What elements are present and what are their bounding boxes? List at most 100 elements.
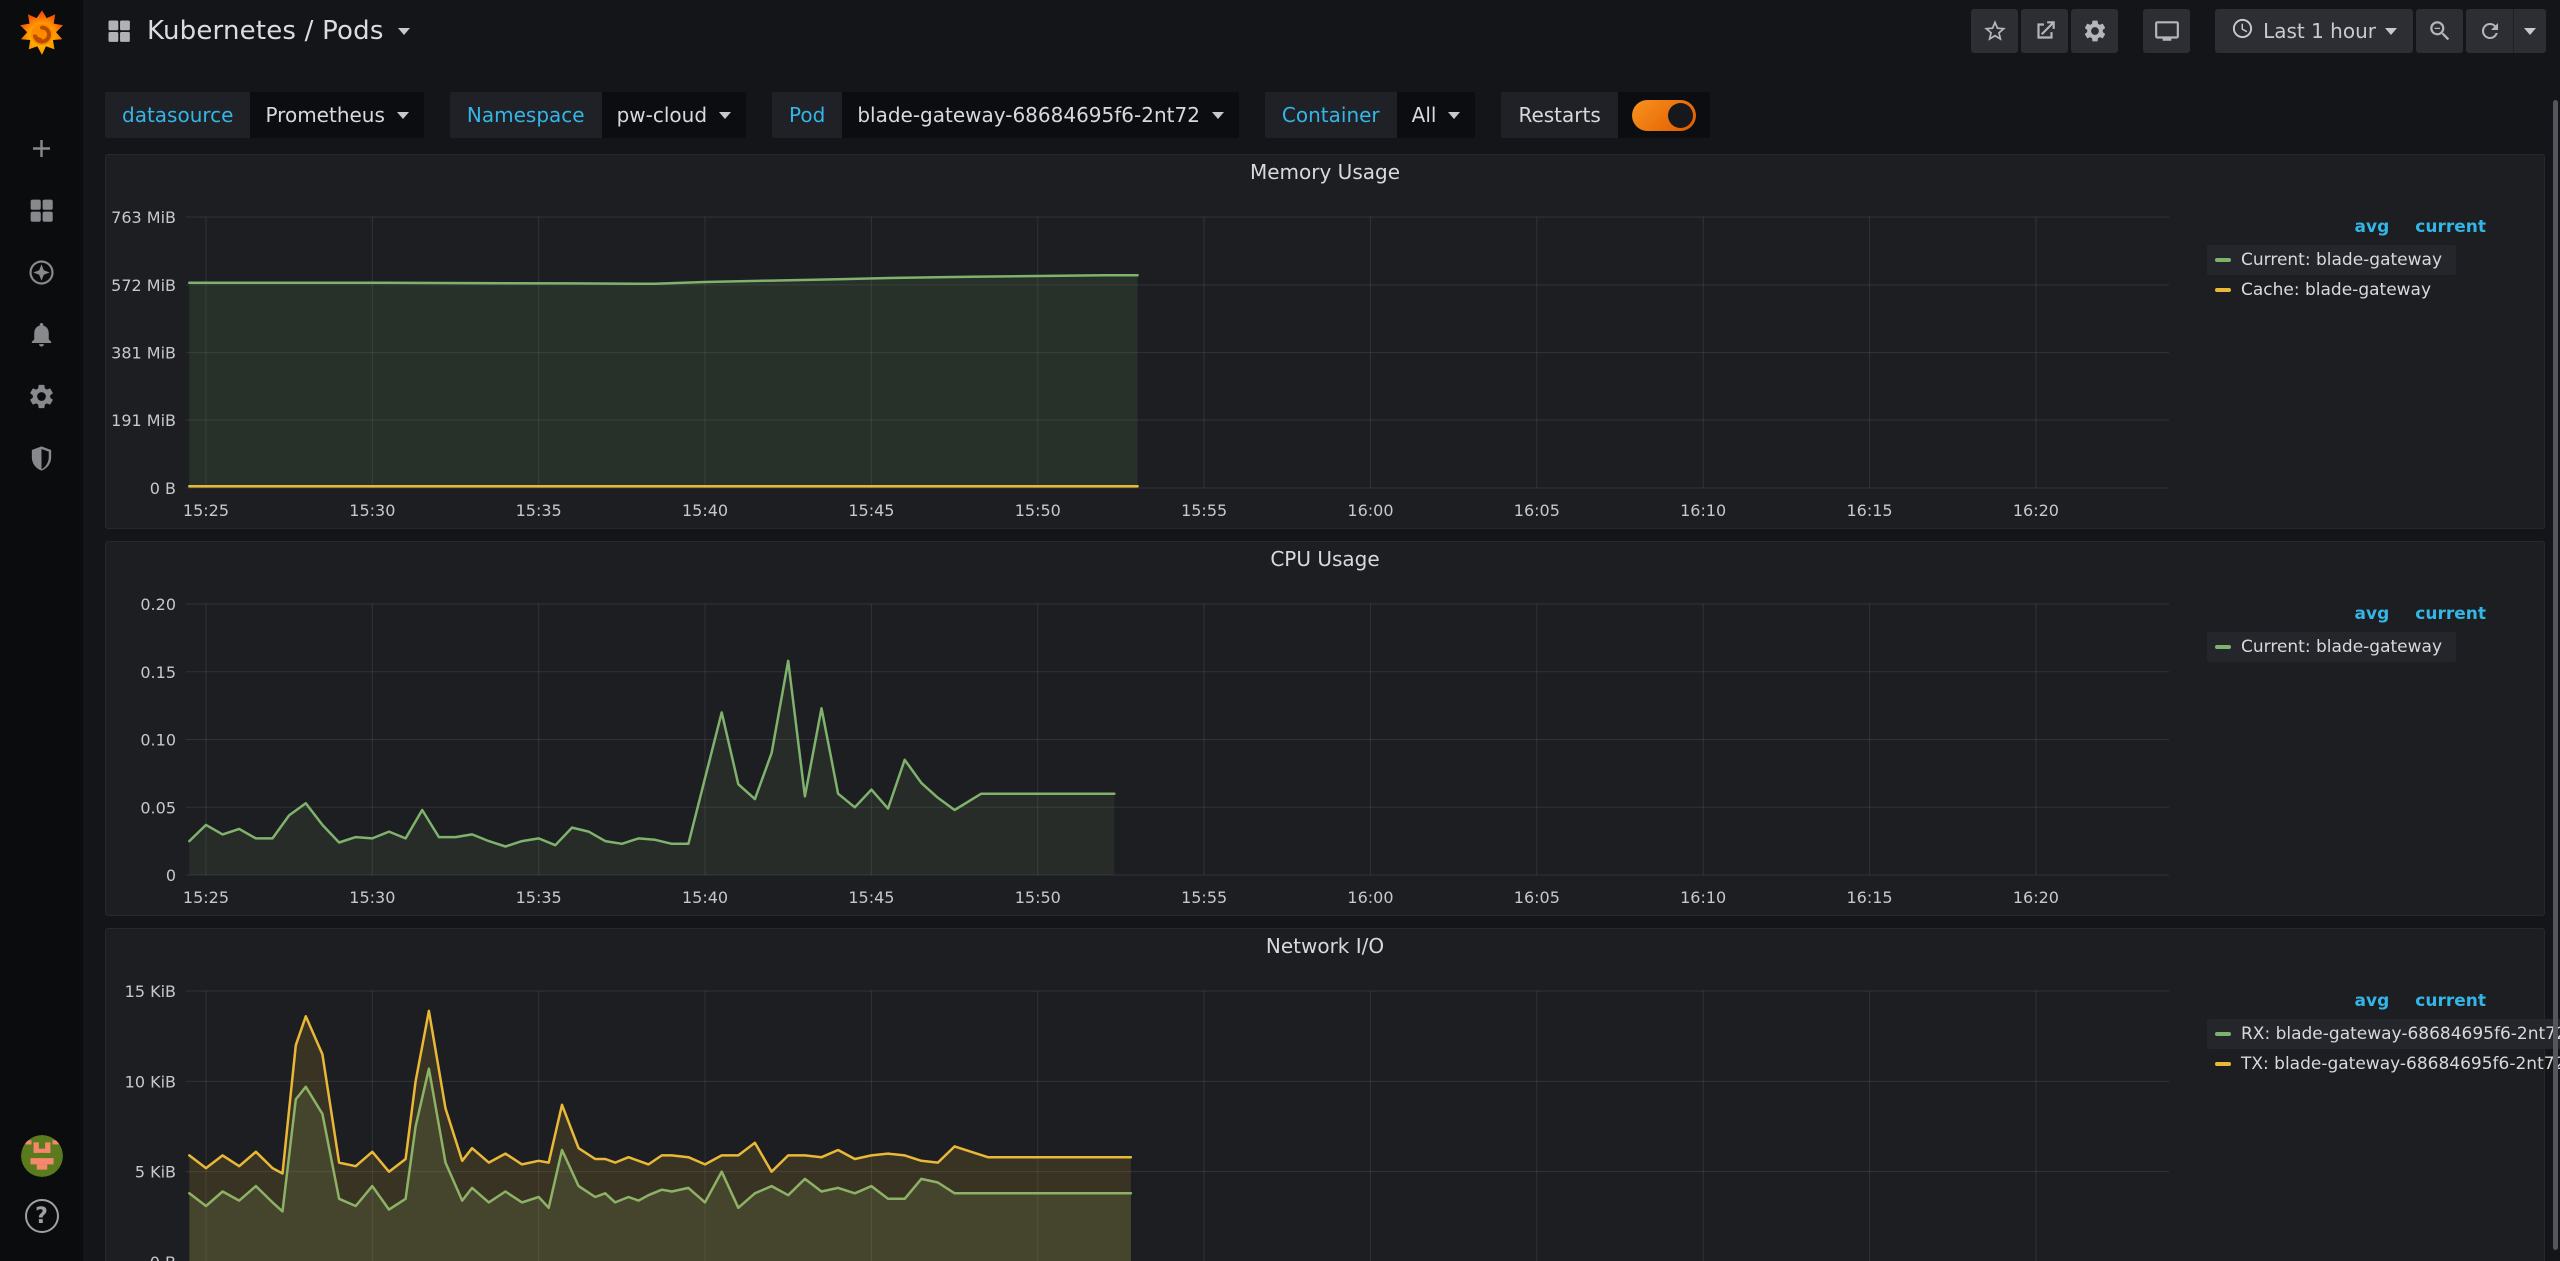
legend-sort-avg[interactable]: avg bbox=[2355, 991, 2390, 1019]
user-avatar[interactable] bbox=[21, 1135, 63, 1177]
toolbar: Last 1 hour bbox=[1968, 9, 2546, 53]
chevron-down-icon bbox=[2524, 28, 2536, 35]
svg-text:15:30: 15:30 bbox=[349, 888, 395, 907]
mark-favorite-star-button[interactable] bbox=[1971, 9, 2018, 53]
cpu-usage-chart[interactable]: 15:2515:3015:3515:4015:4515:5015:5516:00… bbox=[106, 574, 2169, 915]
svg-text:16:05: 16:05 bbox=[1514, 501, 1560, 520]
panel-title[interactable]: Network I/O bbox=[106, 929, 2544, 961]
refresh-interval-dropdown[interactable] bbox=[2513, 9, 2546, 53]
legend-sort-current[interactable]: current bbox=[2415, 604, 2486, 632]
help-icon[interactable]: ? bbox=[25, 1199, 59, 1233]
legend-sort-avg[interactable]: avg bbox=[2355, 604, 2390, 632]
panel-title[interactable]: Memory Usage bbox=[106, 155, 2544, 187]
svg-text:15:55: 15:55 bbox=[1181, 501, 1227, 520]
variable-datasource-select[interactable]: Prometheus bbox=[250, 92, 423, 138]
scrollbar[interactable] bbox=[2553, 100, 2558, 1250]
chevron-down-icon bbox=[397, 112, 409, 119]
create-plus-icon[interactable] bbox=[27, 134, 56, 163]
server-admin-shield-icon[interactable] bbox=[27, 444, 56, 473]
refresh-button[interactable] bbox=[2466, 9, 2513, 53]
panel-memory-usage: Memory Usage 15:2515:3015:3515:4015:4515… bbox=[105, 154, 2545, 529]
chevron-down-icon bbox=[1448, 112, 1460, 119]
svg-text:381 MiB: 381 MiB bbox=[111, 344, 176, 363]
svg-text:16:20: 16:20 bbox=[2013, 501, 2059, 520]
cycle-view-monitor-button[interactable] bbox=[2143, 9, 2190, 53]
chevron-down-icon bbox=[1212, 112, 1224, 119]
toggle-switch-on bbox=[1632, 100, 1696, 131]
svg-text:15:45: 15:45 bbox=[848, 888, 894, 907]
svg-text:16:15: 16:15 bbox=[1846, 888, 1892, 907]
svg-text:763 MiB: 763 MiB bbox=[111, 208, 176, 227]
restarts-toggle[interactable] bbox=[1618, 92, 1710, 138]
svg-text:15:25: 15:25 bbox=[183, 888, 229, 907]
svg-text:15:35: 15:35 bbox=[516, 501, 562, 520]
series-color-swatch bbox=[2215, 288, 2231, 292]
legend-item[interactable]: TX: blade-gateway-68684695f6-2nt72 bbox=[2207, 1049, 2560, 1079]
refresh-control bbox=[2466, 9, 2546, 53]
panel-title[interactable]: CPU Usage bbox=[106, 542, 2544, 574]
svg-text:15:30: 15:30 bbox=[349, 501, 395, 520]
svg-text:16:05: 16:05 bbox=[1514, 888, 1560, 907]
svg-text:15:50: 15:50 bbox=[1015, 888, 1061, 907]
time-range-label: Last 1 hour bbox=[2263, 19, 2376, 43]
explore-compass-icon[interactable] bbox=[27, 258, 56, 287]
memory-usage-chart[interactable]: 15:2515:3015:3515:4015:4515:5015:5516:00… bbox=[106, 187, 2169, 528]
variable-container-select[interactable]: All bbox=[1397, 92, 1476, 138]
legend-sort-current[interactable]: current bbox=[2415, 991, 2486, 1019]
alerting-bell-icon[interactable] bbox=[27, 320, 56, 349]
chevron-down-icon bbox=[719, 112, 731, 119]
memory-usage-legend: avg current Current: blade-gateway Cache… bbox=[2169, 187, 2544, 528]
svg-text:572 MiB: 572 MiB bbox=[111, 276, 176, 295]
svg-text:15 KiB: 15 KiB bbox=[125, 982, 176, 1001]
grafana-dashboard: ? Kubernetes / Pods bbox=[0, 0, 2560, 1261]
page-title: Kubernetes / Pods bbox=[147, 16, 384, 46]
configuration-gear-icon[interactable] bbox=[27, 382, 56, 411]
svg-text:16:15: 16:15 bbox=[1846, 501, 1892, 520]
dashboard-grid-icon bbox=[105, 17, 133, 45]
svg-text:0: 0 bbox=[166, 866, 176, 885]
main-area: Kubernetes / Pods bbox=[83, 0, 2560, 1261]
variable-restarts: Restarts bbox=[1501, 92, 1709, 138]
variable-datasource: datasource Prometheus bbox=[105, 92, 424, 138]
network-io-chart[interactable]: 15:2515:3015:3515:4015:4515:5015:5516:00… bbox=[106, 961, 2169, 1261]
variable-label: Restarts bbox=[1501, 92, 1617, 138]
svg-text:16:00: 16:00 bbox=[1347, 501, 1393, 520]
sidebar: ? bbox=[0, 0, 83, 1261]
top-nav: Kubernetes / Pods bbox=[83, 0, 2560, 62]
variable-namespace-select[interactable]: pw-cloud bbox=[602, 92, 746, 138]
series-color-swatch bbox=[2215, 1062, 2231, 1066]
svg-text:0.20: 0.20 bbox=[140, 595, 176, 614]
clock-icon bbox=[2231, 17, 2254, 45]
variable-label: Namespace bbox=[450, 92, 602, 138]
svg-text:0 B: 0 B bbox=[150, 1253, 176, 1261]
svg-text:16:00: 16:00 bbox=[1347, 888, 1393, 907]
series-color-swatch bbox=[2215, 1032, 2231, 1036]
legend-item[interactable]: Cache: blade-gateway bbox=[2207, 275, 2445, 305]
legend-item[interactable]: RX: blade-gateway-68684695f6-2nt72 bbox=[2207, 1019, 2560, 1049]
dashboards-grid-icon[interactable] bbox=[27, 196, 56, 225]
panel-network-io: Network I/O 15:2515:3015:3515:4015:4515:… bbox=[105, 928, 2545, 1261]
panel-cpu-usage: CPU Usage 15:2515:3015:3515:4015:4515:50… bbox=[105, 541, 2545, 916]
svg-text:15:35: 15:35 bbox=[516, 888, 562, 907]
svg-text:16:20: 16:20 bbox=[2013, 888, 2059, 907]
svg-text:15:25: 15:25 bbox=[183, 501, 229, 520]
svg-text:16:10: 16:10 bbox=[1680, 888, 1726, 907]
dashboard-panels: Memory Usage 15:2515:3015:3515:4015:4515… bbox=[83, 138, 2560, 1261]
dashboard-title-dropdown[interactable]: Kubernetes / Pods bbox=[105, 16, 410, 46]
zoom-out-button[interactable] bbox=[2416, 9, 2463, 53]
svg-text:15:55: 15:55 bbox=[1181, 888, 1227, 907]
share-dashboard-button[interactable] bbox=[2021, 9, 2068, 53]
legend-sort-avg[interactable]: avg bbox=[2355, 217, 2390, 245]
series-color-swatch bbox=[2215, 645, 2231, 649]
legend-sort-current[interactable]: current bbox=[2415, 217, 2486, 245]
time-range-picker[interactable]: Last 1 hour bbox=[2215, 9, 2413, 53]
chevron-down-icon bbox=[398, 28, 410, 35]
legend-item[interactable]: Current: blade-gateway bbox=[2207, 245, 2456, 275]
legend-item[interactable]: Current: blade-gateway bbox=[2207, 632, 2456, 662]
dashboard-variables-row: datasource Prometheus Namespace pw-cloud… bbox=[83, 62, 2560, 138]
grafana-logo-icon[interactable] bbox=[17, 8, 67, 58]
svg-text:191 MiB: 191 MiB bbox=[111, 411, 176, 430]
dashboard-settings-gear-button[interactable] bbox=[2071, 9, 2118, 53]
variable-label: datasource bbox=[105, 92, 250, 138]
variable-pod-select[interactable]: blade-gateway-68684695f6-2nt72 bbox=[842, 92, 1239, 138]
